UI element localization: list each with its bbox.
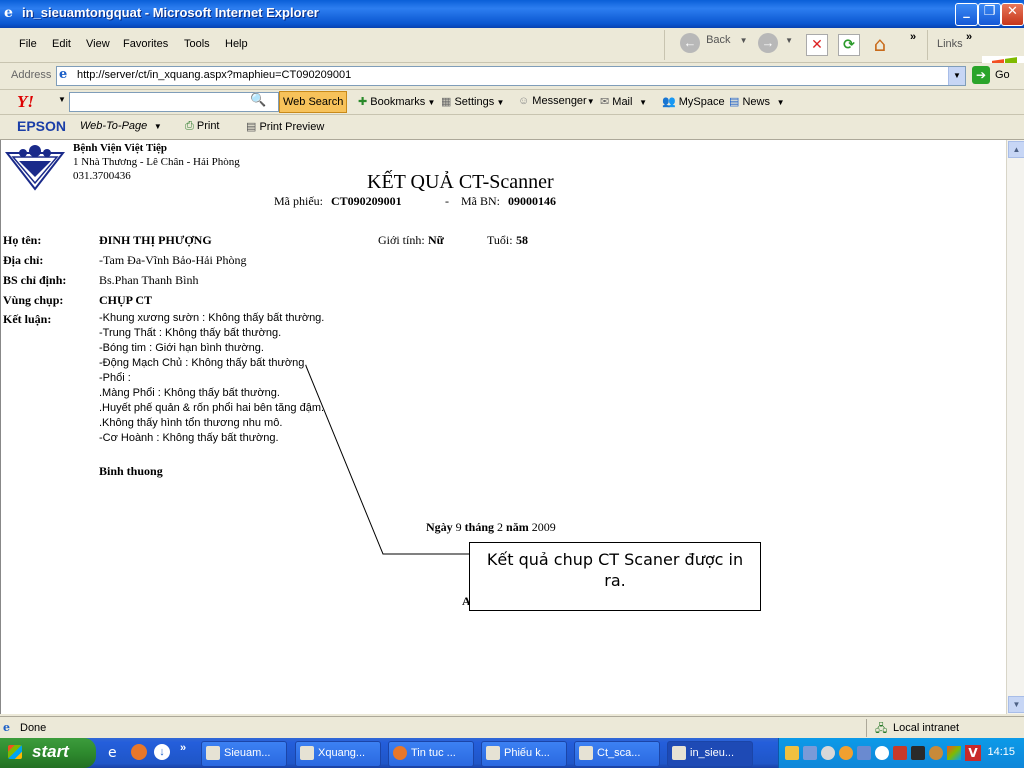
- status-bar: e Done 🖧 Local intranet: [0, 716, 1024, 739]
- status-divider: [866, 719, 867, 737]
- system-tray: V 14:15: [778, 738, 1024, 768]
- task-window-icon: [300, 746, 314, 760]
- tray-speaker-icon[interactable]: [929, 746, 943, 760]
- task-window-icon: [486, 746, 500, 760]
- task-sieuam[interactable]: Sieuam...: [201, 741, 287, 767]
- tray-display-icon[interactable]: [857, 746, 871, 760]
- done-page-icon: e: [3, 721, 10, 734]
- taskbar: start e ↓ » Sieuam... Xquang... Tin tuc …: [0, 738, 1024, 768]
- callout-pointer: [305, 365, 469, 555]
- intranet-icon: 🖧: [875, 723, 888, 735]
- vertical-scrollbar[interactable]: ▲ ▼: [1006, 140, 1024, 714]
- start-button[interactable]: start: [0, 738, 96, 768]
- task-window-icon: [579, 746, 593, 760]
- callout-text: Kết quả chup CT Scaner được in ra.: [486, 550, 744, 590]
- firefox-icon: [393, 746, 407, 760]
- tray-smiley-icon[interactable]: [839, 746, 853, 760]
- tray-download-icon[interactable]: [875, 746, 889, 760]
- tray-network-icon[interactable]: [803, 746, 817, 760]
- task-window-icon: [206, 746, 220, 760]
- tray-app-icon[interactable]: [785, 746, 799, 760]
- ie-quicklaunch-icon[interactable]: e: [108, 745, 117, 761]
- clock[interactable]: 14:15: [987, 746, 1015, 758]
- quicklaunch-chevron-icon[interactable]: »: [180, 742, 186, 754]
- task-in-sieu[interactable]: in_sieu...: [667, 741, 753, 767]
- zone-text: Local intranet: [893, 722, 960, 734]
- firefox-quicklaunch-icon[interactable]: [131, 744, 147, 760]
- task-tin-tuc[interactable]: Tin tuc ...: [388, 741, 474, 767]
- tray-antivirus-icon[interactable]: V: [965, 745, 981, 761]
- tray-messenger-icon[interactable]: [821, 746, 835, 760]
- task-ct-sca[interactable]: Ct_sca...: [574, 741, 660, 767]
- callout-line: [305, 365, 469, 555]
- task-xquang[interactable]: Xquang...: [295, 741, 381, 767]
- callout-box: Kết quả chup CT Scaner được in ra.: [469, 542, 761, 611]
- task-phieu[interactable]: Phiếu k...: [481, 741, 567, 767]
- scroll-up-icon[interactable]: ▲: [1008, 141, 1024, 158]
- tray-device-icon[interactable]: [911, 746, 925, 760]
- status-text: Done: [20, 722, 47, 734]
- windows-start-icon: [8, 745, 22, 759]
- tray-windows-icon[interactable]: [947, 746, 961, 760]
- download-quicklaunch-icon[interactable]: ↓: [154, 744, 170, 760]
- tray-security-icon[interactable]: [893, 746, 907, 760]
- scroll-down-icon[interactable]: ▼: [1008, 696, 1024, 713]
- ie-task-icon: [672, 746, 686, 760]
